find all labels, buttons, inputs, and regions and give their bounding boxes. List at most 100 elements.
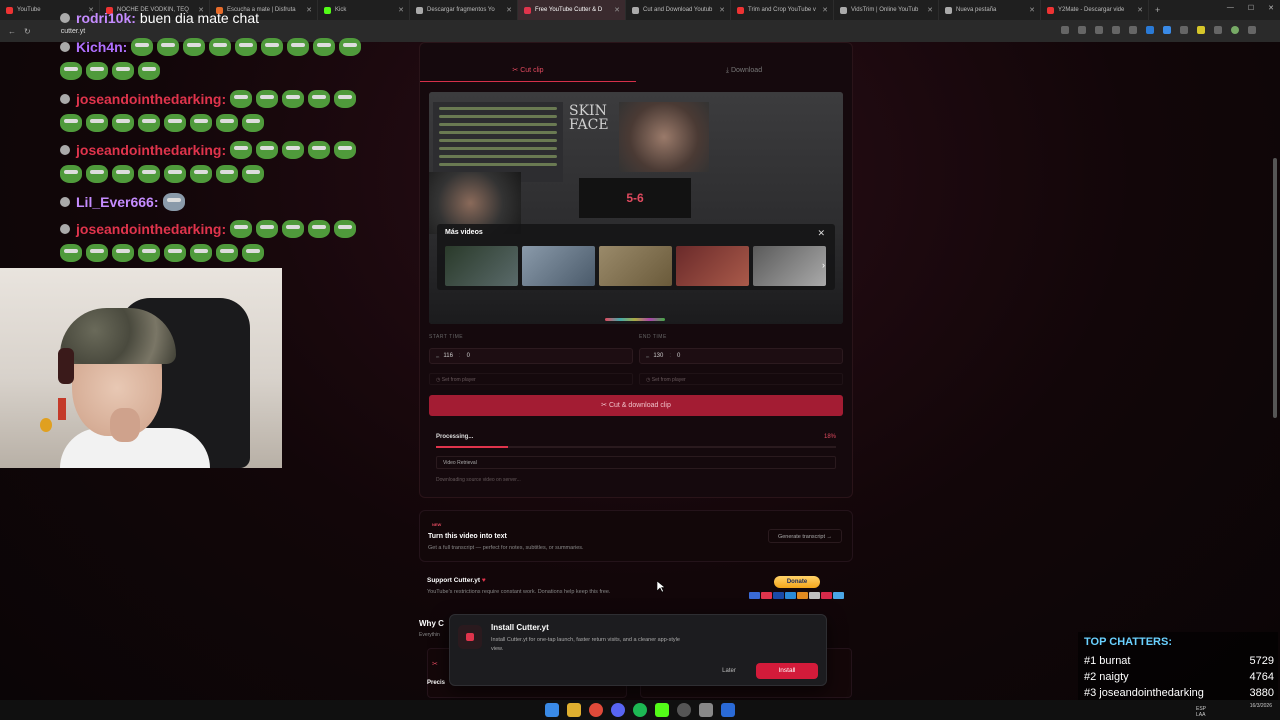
chat-badge-icon <box>60 42 70 52</box>
video-thumbnail[interactable] <box>445 246 518 286</box>
video-thumbnail[interactable] <box>676 246 749 286</box>
install-button[interactable]: Install <box>756 663 818 679</box>
close-window-icon[interactable]: ✕ <box>1268 4 1274 12</box>
app-icon[interactable] <box>699 703 713 717</box>
emote-icon <box>230 220 253 238</box>
donate-button[interactable]: Donate <box>774 576 820 588</box>
bookmark-star-icon[interactable] <box>1129 26 1137 34</box>
chat-badge-icon <box>60 197 70 207</box>
extension-icon[interactable] <box>1197 26 1205 34</box>
install-app-icon[interactable] <box>1078 26 1086 34</box>
video-thumbnail[interactable] <box>599 246 672 286</box>
later-button[interactable]: Later <box>712 664 746 678</box>
emote-icon <box>190 114 212 132</box>
emote-icon <box>86 165 108 183</box>
tab-label: VidsTrim | Online YouTub <box>851 7 919 13</box>
generate-transcript-button[interactable]: Generate transcript → <box>768 529 842 543</box>
file-explorer-icon[interactable] <box>567 703 581 717</box>
cut-download-button[interactable]: ✂ Cut & download clip <box>429 395 843 416</box>
tab-close-icon[interactable]: ✕ <box>1029 6 1035 14</box>
emote-icon <box>86 62 108 80</box>
browser-tab[interactable]: Y2Mate - Descargar vide ✕ <box>1041 0 1149 20</box>
zoom-icon[interactable] <box>1112 26 1120 34</box>
emote-icon <box>164 244 186 262</box>
menu-icon[interactable] <box>1248 26 1256 34</box>
video-thumbnail[interactable] <box>753 246 826 286</box>
puzzle-icon[interactable] <box>1214 26 1222 34</box>
start-seconds[interactable]: 0 <box>467 353 470 359</box>
end-minutes[interactable]: 130 <box>653 353 663 359</box>
eye-off-icon[interactable] <box>1095 26 1103 34</box>
clock[interactable]: 16/3/2026 <box>1250 703 1272 710</box>
tab-close-icon[interactable]: ✕ <box>822 6 828 14</box>
window-controls: — ☐ ✕ <box>1227 4 1274 12</box>
scissors-icon: ✂ <box>432 661 438 668</box>
heart-icon: ♥ <box>481 577 486 584</box>
tab-close-icon[interactable]: ✕ <box>614 6 620 14</box>
scrollbar[interactable] <box>1272 48 1278 648</box>
spotify-icon[interactable] <box>633 703 647 717</box>
tab-label: Cut and Download Youtub <box>643 7 713 13</box>
scrollbar-thumb[interactable] <box>1273 158 1277 418</box>
video-thumbnail[interactable] <box>522 246 595 286</box>
app-icon[interactable] <box>721 703 735 717</box>
emote-icon <box>60 114 82 132</box>
end-seconds[interactable]: 0 <box>677 353 680 359</box>
obs-icon[interactable] <box>677 703 691 717</box>
tab-cut-clip[interactable]: ✂ Cut clip <box>420 60 636 82</box>
avatar[interactable] <box>1231 26 1239 34</box>
chrome-icon[interactable] <box>589 703 603 717</box>
new-badge: NEW <box>432 522 442 527</box>
browser-tab[interactable]: Cut and Download Youtub ✕ <box>626 0 731 20</box>
new-tab-button[interactable]: + <box>1149 5 1166 15</box>
end-time-input[interactable]: m 130 : 0 <box>639 348 843 364</box>
chat-message: Lil_Ever666: <box>60 193 185 211</box>
mouse-cursor-icon <box>657 581 665 593</box>
tab-close-icon[interactable]: ✕ <box>719 6 725 14</box>
browser-tab[interactable]: VidsTrim | Online YouTub ✕ <box>834 0 939 20</box>
maximize-icon[interactable]: ☐ <box>1248 4 1254 12</box>
extension-icon[interactable] <box>1146 26 1154 34</box>
minimize-icon[interactable]: — <box>1227 4 1234 12</box>
discord-icon[interactable] <box>611 703 625 717</box>
extension-icon[interactable] <box>1163 26 1171 34</box>
tab-close-icon[interactable]: ✕ <box>506 6 512 14</box>
tab-close-icon[interactable]: ✕ <box>1137 6 1143 14</box>
card-icon <box>761 592 772 599</box>
start-time-input[interactable]: m 116 : 0 <box>429 348 633 364</box>
browser-tab[interactable]: Descargar fragmentos Yo ✕ <box>410 0 518 20</box>
close-icon[interactable]: ✕ <box>817 228 825 239</box>
video-player[interactable]: SKIN FACE 5-6 Más videos ✕ › <box>429 92 843 324</box>
emote-row <box>56 244 264 262</box>
emote-icon <box>308 220 331 238</box>
top-chatter-count: 3880 <box>1249 687 1274 699</box>
chat-username: joseandointhedarking: <box>76 142 227 158</box>
browser-tab[interactable]: Free YouTube Cutter & D ✕ <box>518 0 626 20</box>
end-unit: m <box>646 353 650 359</box>
emote-icon <box>183 38 206 56</box>
video-chat-overlay <box>433 102 563 182</box>
windows-start-icon[interactable] <box>545 703 559 717</box>
chevron-right-icon[interactable]: › <box>822 260 825 270</box>
app-icon <box>458 625 482 649</box>
start-set-from-player-button[interactable]: ◷ Set from player <box>429 373 633 385</box>
emote-icon <box>138 114 160 132</box>
language-indicator[interactable]: ESP LAA <box>1196 706 1206 718</box>
start-minutes[interactable]: 116 <box>443 353 453 359</box>
browser-tab[interactable]: Trim and Crop YouTube v ✕ <box>731 0 834 20</box>
shelf-item <box>58 398 66 420</box>
browser-tab[interactable]: Nueva pestaña ✕ <box>939 0 1041 20</box>
emote-icon <box>112 114 134 132</box>
tab-download[interactable]: ⤓ Download <box>636 60 852 82</box>
translate-icon[interactable] <box>1061 26 1069 34</box>
end-set-from-player-button[interactable]: ◷ Set from player <box>639 373 843 385</box>
video-face-image <box>619 102 709 172</box>
tab-favicon-icon <box>632 6 639 14</box>
tab-close-icon[interactable]: ✕ <box>927 6 933 14</box>
top-chatter-name: #3 joseandointhedarking <box>1084 687 1204 699</box>
emote-icon <box>164 165 186 183</box>
extension-icon[interactable] <box>1180 26 1188 34</box>
chat-username: rodri10k: <box>76 10 136 26</box>
emote-icon <box>230 141 253 159</box>
kick-icon[interactable] <box>655 703 669 717</box>
